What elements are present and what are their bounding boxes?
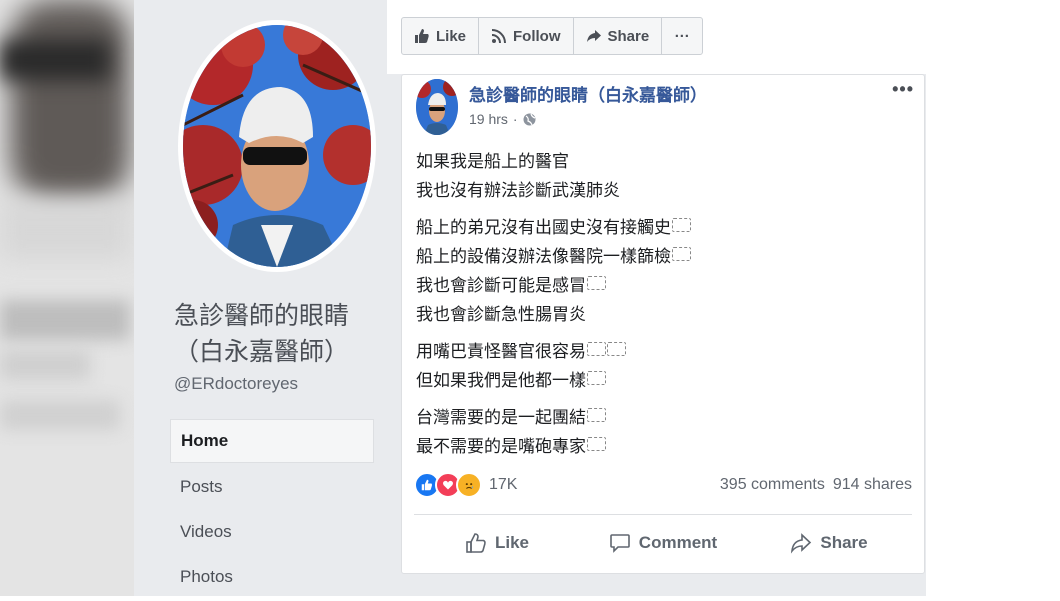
emoji-placeholder-icon	[587, 371, 606, 385]
thumbs-up-icon	[415, 29, 429, 43]
page-like-label: Like	[436, 27, 467, 45]
emoji-placeholder-icon	[587, 408, 606, 422]
profile-photo	[183, 25, 371, 267]
engagement-counts: 395 comments 914 shares	[720, 476, 912, 494]
post-card: 急診醫師的眼睛（白永嘉醫師） 19 hrs · ••• 如果我是船上的醫官 我也…	[401, 74, 925, 574]
post-options-button[interactable]: •••	[892, 79, 914, 100]
page-follow-button[interactable]: Follow	[478, 17, 574, 55]
post-stats: 17K 395 comments 914 shares	[414, 470, 912, 500]
comment-bubble-icon	[609, 534, 630, 553]
post-line: 如果我是船上的醫官	[416, 152, 569, 171]
post-line-text: 船上的弟兄沒有出國史沒有接觸史	[416, 218, 671, 237]
page-follow-label: Follow	[513, 27, 561, 45]
share-count[interactable]: 914 shares	[833, 476, 912, 494]
emoji-placeholder-icon	[607, 342, 626, 356]
post-author-name[interactable]: 急診醫師的眼睛（白永嘉醫師）	[469, 81, 707, 106]
profile-picture[interactable]	[178, 20, 376, 272]
emoji-placeholder-icon	[672, 218, 691, 232]
more-dots-icon: ···	[674, 27, 690, 45]
meta-separator: ·	[512, 111, 518, 127]
post-share-label: Share	[820, 533, 868, 552]
post-line: 用嘴巴責怪醫官很容易	[416, 337, 896, 366]
sad-reaction-icon	[456, 472, 482, 498]
post-line: 我也會診斷可能是感冒	[416, 271, 896, 300]
post-paragraph: 船上的弟兄沒有出國史沒有接觸史 船上的設備沒辦法像醫院一樣篩檢 我也會診斷可能是…	[416, 213, 896, 329]
post-meta: 19 hrs ·	[469, 111, 536, 127]
facebook-page: 急診醫師的眼睛（白永嘉醫師） @ERdoctoreyes Home Posts …	[134, 0, 926, 596]
post-share-button[interactable]: Share	[746, 519, 912, 567]
emoji-placeholder-icon	[587, 342, 606, 356]
post-line: 船上的弟兄沒有出國史沒有接觸史	[416, 213, 896, 242]
emoji-placeholder-icon	[587, 276, 606, 290]
post-line-text: 但如果我們是他都一樣	[416, 371, 586, 390]
post-action-bar: Like Comment Share	[414, 519, 912, 567]
post-author-avatar[interactable]	[416, 79, 458, 135]
post-line: 我也會診斷急性腸胃炎	[416, 305, 586, 324]
blurred-background	[0, 0, 134, 596]
reaction-count: 17K	[489, 476, 518, 493]
author-photo	[416, 79, 458, 135]
thumbs-up-outline-icon	[466, 533, 486, 553]
page-title: 急診醫師的眼睛（白永嘉醫師）	[174, 302, 350, 366]
page-share-label: Share	[607, 27, 650, 45]
page-share-button[interactable]: Share	[572, 17, 663, 55]
post-like-button[interactable]: Like	[414, 519, 580, 567]
post-comment-button[interactable]: Comment	[580, 519, 746, 567]
rss-icon	[491, 29, 507, 44]
page-handle[interactable]: @ERdoctoreyes	[174, 374, 298, 394]
emoji-placeholder-icon	[587, 437, 606, 451]
post-paragraph: 台灣需要的是一起團結 最不需要的是嘴砲專家	[416, 403, 896, 461]
post-line-text: 我也會診斷可能是感冒	[416, 276, 586, 295]
post-line: 台灣需要的是一起團結	[416, 403, 896, 432]
page-action-bar: Like Follow Share ···	[387, 0, 926, 74]
post-timestamp[interactable]: 19 hrs	[469, 111, 508, 127]
post-paragraph: 用嘴巴責怪醫官很容易 但如果我們是他都一樣	[416, 337, 896, 395]
post-line: 船上的設備沒辦法像醫院一樣篩檢	[416, 242, 896, 271]
page-more-button[interactable]: ···	[661, 17, 704, 55]
post-like-label: Like	[494, 533, 530, 552]
nav-item-videos[interactable]: Videos	[170, 511, 374, 553]
post-divider	[414, 514, 912, 515]
post-line-text: 用嘴巴責怪醫官很容易	[416, 342, 586, 361]
page-nav: Home Posts Videos Photos	[170, 419, 374, 601]
share-arrow-icon	[586, 30, 601, 42]
page-like-button[interactable]: Like	[401, 17, 480, 55]
post-paragraph: 如果我是船上的醫官 我也沒有辦法診斷武漢肺炎	[416, 147, 896, 205]
post-line-text: 船上的設備沒辦法像醫院一樣篩檢	[416, 247, 671, 266]
reaction-summary[interactable]: 17K	[414, 472, 517, 498]
page-action-buttons: Like Follow Share ···	[401, 17, 704, 55]
emoji-placeholder-icon	[672, 247, 691, 261]
page-sidebar: 急診醫師的眼睛（白永嘉醫師） @ERdoctoreyes Home Posts …	[134, 0, 387, 596]
nav-item-photos[interactable]: Photos	[170, 556, 374, 598]
post-comment-label: Comment	[638, 533, 718, 552]
comment-count[interactable]: 395 comments	[720, 476, 825, 494]
post-line: 我也沒有辦法診斷武漢肺炎	[416, 181, 620, 200]
post-line: 但如果我們是他都一樣	[416, 366, 896, 395]
post-text: 如果我是船上的醫官 我也沒有辦法診斷武漢肺炎 船上的弟兄沒有出國史沒有接觸史 船…	[416, 147, 896, 469]
post-line-text: 台灣需要的是一起團結	[416, 408, 586, 427]
post-line-text: 最不需要的是嘴砲專家	[416, 437, 586, 456]
nav-item-posts[interactable]: Posts	[170, 466, 374, 508]
share-arrow-outline-icon	[791, 533, 812, 554]
post-line: 最不需要的是嘴砲專家	[416, 432, 896, 461]
nav-item-home[interactable]: Home	[170, 419, 374, 463]
globe-icon	[523, 113, 536, 125]
